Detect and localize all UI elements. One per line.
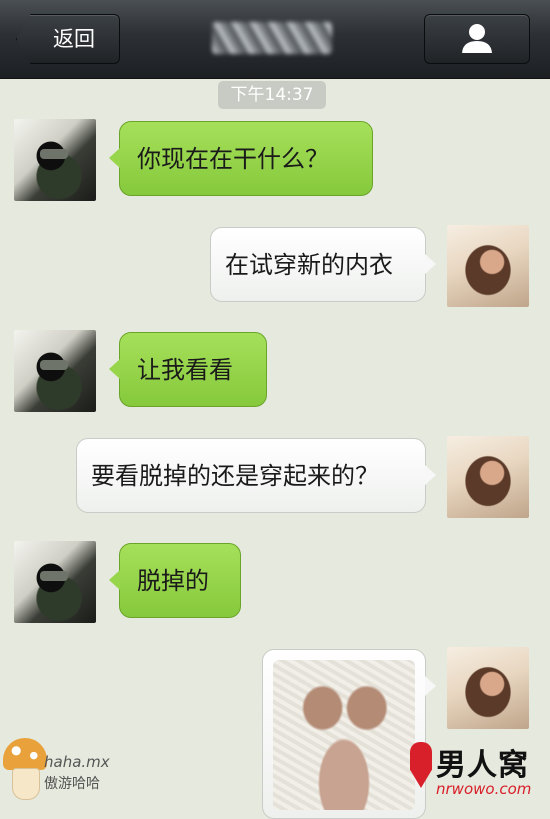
contact-name-redacted bbox=[212, 22, 332, 54]
incoming-message[interactable]: 脱掉的 bbox=[109, 543, 241, 618]
mushroom-mascot-icon bbox=[3, 738, 47, 770]
person-icon bbox=[462, 24, 492, 53]
profile-button[interactable] bbox=[424, 14, 530, 64]
watermark-domain: nrwowo.com bbox=[436, 780, 532, 798]
incoming-message[interactable]: 让我看看 bbox=[109, 332, 267, 407]
incoming-message[interactable]: 你现在在干什么？ bbox=[109, 121, 373, 196]
my-avatar[interactable] bbox=[447, 647, 529, 729]
contact-avatar[interactable] bbox=[14, 541, 96, 623]
outgoing-message[interactable]: 在试穿新的内衣 bbox=[210, 227, 436, 302]
outgoing-image-message[interactable] bbox=[262, 649, 436, 819]
mushroom-stem bbox=[12, 768, 40, 800]
contact-avatar[interactable] bbox=[14, 330, 96, 412]
brand-logo-icon bbox=[410, 742, 432, 788]
outgoing-message[interactable]: 要看脱掉的还是穿起来的？ bbox=[76, 438, 436, 513]
back-button-label: 返回 bbox=[53, 27, 95, 51]
back-button[interactable]: 返回 bbox=[16, 14, 120, 64]
photo-of-lingerie[interactable] bbox=[273, 660, 415, 810]
watermark-brand: 男人窝 bbox=[436, 748, 529, 783]
my-avatar[interactable] bbox=[447, 225, 529, 307]
haha-watermark: haha.mx 傲游哈哈 bbox=[0, 733, 110, 803]
watermark-site: haha.mx bbox=[44, 753, 110, 771]
watermark-subtitle: 傲游哈哈 bbox=[44, 776, 100, 792]
title-bar: 返回 bbox=[0, 0, 550, 79]
my-avatar[interactable] bbox=[447, 436, 529, 518]
nrwowo-watermark: 男人窝 nrwowo.com bbox=[410, 740, 550, 803]
message-timestamp: 下午14:37 bbox=[218, 81, 326, 109]
contact-avatar[interactable] bbox=[14, 119, 96, 201]
